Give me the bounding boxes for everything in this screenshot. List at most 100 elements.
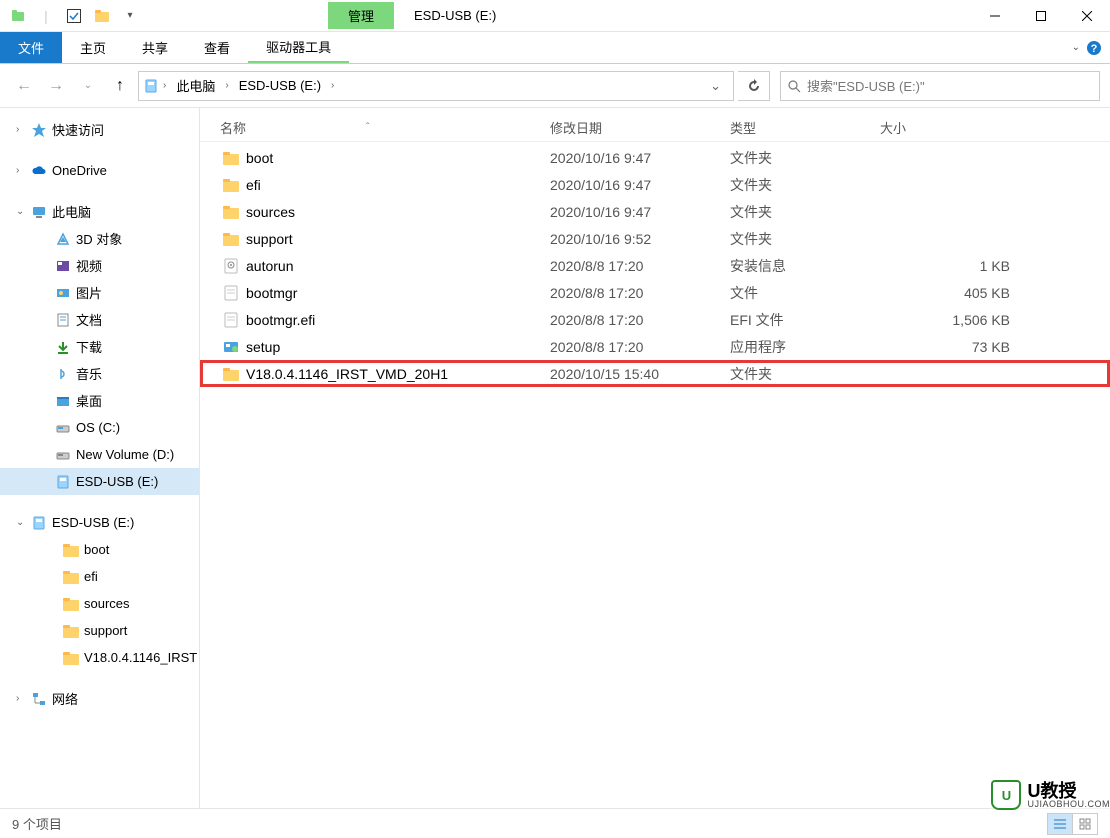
tab-share[interactable]: 共享	[124, 32, 186, 63]
folder-icon	[220, 174, 242, 196]
tree-drive-item[interactable]: efi	[0, 563, 199, 590]
recent-dropdown[interactable]: ⌄	[74, 72, 102, 100]
file-date: 2020/10/16 9:47	[550, 204, 730, 220]
star-icon	[30, 121, 48, 139]
file-row[interactable]: sources 2020/10/16 9:47 文件夹	[200, 198, 1110, 225]
tree-drive[interactable]: ⌄ ESD-USB (E:)	[0, 509, 199, 536]
file-row[interactable]: V18.0.4.1146_IRST_VMD_20H1 2020/10/15 15…	[200, 360, 1110, 387]
tree-pc-item[interactable]: ESD-USB (E:)	[0, 468, 199, 495]
file-name: V18.0.4.1146_IRST_VMD_20H1	[246, 366, 550, 382]
header-size[interactable]: 大小	[880, 118, 1020, 137]
crumb-drive[interactable]: ESD-USB (E:)	[233, 72, 327, 100]
tree-label: 音乐	[76, 364, 102, 383]
dropdown-icon[interactable]: ▾	[116, 2, 144, 30]
tree-network[interactable]: › 网络	[0, 685, 199, 712]
item-icon	[54, 284, 72, 302]
file-type: 文件夹	[730, 229, 880, 249]
header-name[interactable]: 名称ˆ	[220, 118, 550, 137]
network-icon	[30, 690, 48, 708]
file-row[interactable]: efi 2020/10/16 9:47 文件夹	[200, 171, 1110, 198]
pc-icon	[30, 203, 48, 221]
search-box[interactable]: 搜索"ESD-USB (E:)"	[780, 71, 1100, 101]
ribbon-tabs: 文件 主页 共享 查看 驱动器工具 ⌄ ?	[0, 32, 1110, 64]
tree-pc-item[interactable]: 桌面	[0, 387, 199, 414]
tree-drive-item[interactable]: sources	[0, 590, 199, 617]
header-date[interactable]: 修改日期	[550, 118, 730, 137]
file-row[interactable]: autorun 2020/8/8 17:20 安装信息 1 KB	[200, 252, 1110, 279]
address-dropdown[interactable]: ⌄	[702, 78, 729, 94]
tree-this-pc[interactable]: ⌄ 此电脑	[0, 198, 199, 225]
chevron-right-icon[interactable]: ›	[159, 80, 170, 91]
address-bar[interactable]: › 此电脑 › ESD-USB (E:) › ⌄	[138, 71, 734, 101]
close-button[interactable]	[1064, 0, 1110, 32]
file-icon	[220, 309, 242, 331]
file-row[interactable]: bootmgr 2020/8/8 17:20 文件 405 KB	[200, 279, 1110, 306]
folder-icon	[220, 201, 242, 223]
forward-button[interactable]: →	[42, 72, 70, 100]
tab-drive-tools[interactable]: 驱动器工具	[248, 32, 349, 63]
exe-icon	[220, 336, 242, 358]
file-size: 1,506 KB	[880, 312, 1020, 328]
file-date: 2020/10/16 9:47	[550, 177, 730, 193]
tree-pc-item[interactable]: 图片	[0, 279, 199, 306]
tab-view[interactable]: 查看	[186, 32, 248, 63]
folder-icon	[220, 147, 242, 169]
chevron-right-icon[interactable]: ›	[16, 124, 30, 135]
maximize-button[interactable]	[1018, 0, 1064, 32]
chevron-right-icon[interactable]: ›	[221, 80, 232, 91]
file-date: 2020/10/16 9:47	[550, 150, 730, 166]
file-row[interactable]: bootmgr.efi 2020/8/8 17:20 EFI 文件 1,506 …	[200, 306, 1110, 333]
tab-file[interactable]: 文件	[0, 32, 62, 63]
file-row[interactable]: setup 2020/8/8 17:20 应用程序 73 KB	[200, 333, 1110, 360]
file-name: bootmgr.efi	[246, 312, 550, 328]
tree-label: 3D 对象	[76, 229, 122, 248]
tree-drive-item[interactable]: V18.0.4.1146_IRST	[0, 644, 199, 671]
search-icon	[787, 79, 801, 93]
folder-icon[interactable]	[88, 2, 116, 30]
chevron-right-icon[interactable]: ›	[327, 80, 338, 91]
refresh-button[interactable]	[738, 71, 770, 101]
tab-home[interactable]: 主页	[62, 32, 124, 63]
back-button[interactable]: ←	[10, 72, 38, 100]
tree-pc-item[interactable]: OS (C:)	[0, 414, 199, 441]
file-name: autorun	[246, 258, 550, 274]
chevron-right-icon[interactable]: ›	[16, 693, 30, 704]
tree-pc-item[interactable]: 下载	[0, 333, 199, 360]
tree-quick-access[interactable]: › 快速访问	[0, 116, 199, 143]
crumb-this-pc[interactable]: 此电脑	[170, 72, 221, 100]
chevron-down-icon[interactable]: ⌄	[1072, 42, 1080, 53]
chevron-down-icon[interactable]: ⌄	[16, 517, 30, 528]
tree-pc-item[interactable]: 文档	[0, 306, 199, 333]
tree-label: V18.0.4.1146_IRST	[84, 650, 197, 665]
separator: |	[32, 2, 60, 30]
tree-onedrive[interactable]: › OneDrive	[0, 157, 199, 184]
status-bar: 9 个项目	[0, 808, 1110, 838]
view-icons-button[interactable]	[1072, 813, 1098, 835]
file-row[interactable]: support 2020/10/16 9:52 文件夹	[200, 225, 1110, 252]
tree-pc-item[interactable]: 音乐	[0, 360, 199, 387]
minimize-button[interactable]	[972, 0, 1018, 32]
header-type[interactable]: 类型	[730, 118, 880, 137]
file-date: 2020/8/8 17:20	[550, 312, 730, 328]
tree-drive-item[interactable]: support	[0, 617, 199, 644]
tree-pc-item[interactable]: New Volume (D:)	[0, 441, 199, 468]
item-icon	[54, 311, 72, 329]
tree-pc-item[interactable]: 视频	[0, 252, 199, 279]
ribbon-help: ⌄ ?	[1064, 40, 1110, 56]
folder-icon	[62, 622, 80, 640]
chevron-down-icon[interactable]: ⌄	[16, 206, 30, 217]
checkbox-icon[interactable]	[60, 2, 88, 30]
shield-icon: U	[991, 780, 1021, 810]
nav-bar: ← → ⌄ ↑ › 此电脑 › ESD-USB (E:) › ⌄ 搜索"ESD-…	[0, 64, 1110, 108]
tree-label: 网络	[52, 689, 78, 708]
help-icon[interactable]: ?	[1086, 40, 1102, 56]
tree-label: 文档	[76, 310, 102, 329]
up-button[interactable]: ↑	[106, 72, 134, 100]
chevron-right-icon[interactable]: ›	[16, 165, 30, 176]
file-row[interactable]: boot 2020/10/16 9:47 文件夹	[200, 144, 1110, 171]
tree-pc-item[interactable]: 3D 对象	[0, 225, 199, 252]
tree-drive-item[interactable]: boot	[0, 536, 199, 563]
view-details-button[interactable]	[1047, 813, 1073, 835]
tree-label: 下载	[76, 337, 102, 356]
file-type: 文件夹	[730, 148, 880, 168]
